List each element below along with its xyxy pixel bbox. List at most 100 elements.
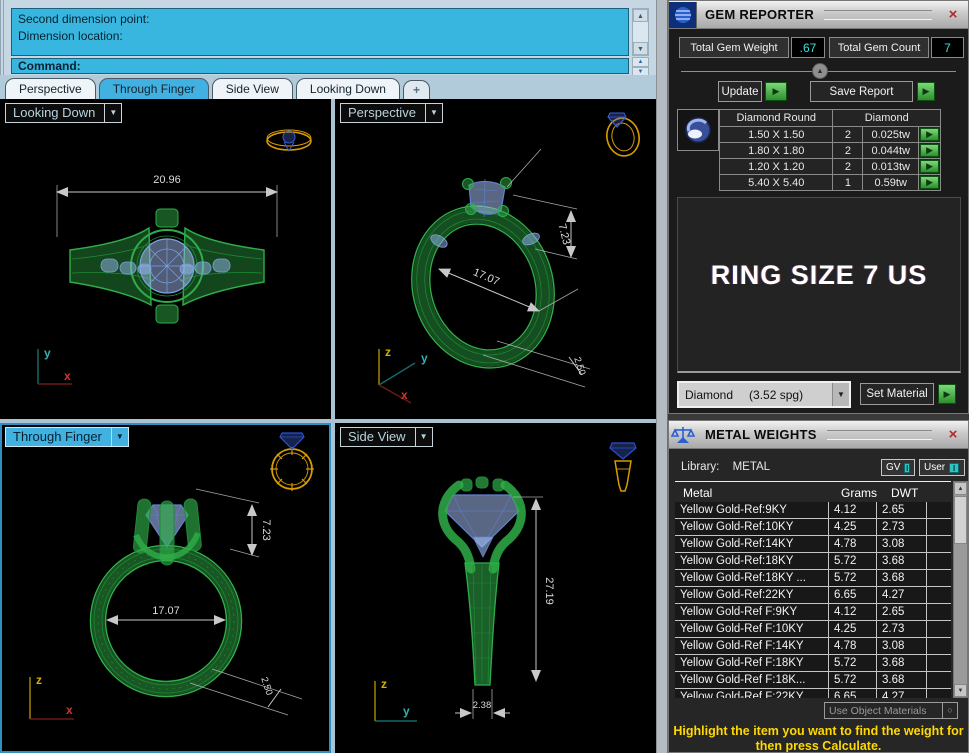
- gem-table-header: Diamond Round Diamond: [720, 110, 941, 127]
- viewport-canvas-looking-down[interactable]: 20.96: [0, 99, 331, 419]
- total-gem-count-value: 7: [931, 37, 964, 58]
- axis-x-label: x: [401, 388, 408, 402]
- axis-z-label: z: [36, 673, 42, 687]
- gem-row-run-icon[interactable]: ▶: [920, 160, 939, 173]
- gem-count-cell: 2: [833, 143, 863, 159]
- gem-row-run-icon[interactable]: ▶: [920, 176, 939, 189]
- gem-size-cell: 1.20 X 1.20: [720, 159, 833, 175]
- cad-application-window: Second dimension point: Dimension locati…: [0, 0, 969, 753]
- grams-cell: 4.25: [829, 621, 877, 637]
- dwt-cell: 4.27: [877, 587, 927, 603]
- scrollbar-thumb[interactable]: [954, 496, 967, 544]
- gem-size-cell: 1.80 X 1.80: [720, 143, 833, 159]
- metal-table-row[interactable]: Yellow Gold-Ref:18KY 5.72 3.68: [675, 553, 951, 570]
- metal-table-row[interactable]: Yellow Gold-Ref F:10KY 4.25 2.73: [675, 621, 951, 638]
- scroll-down-icon[interactable]: ▼: [633, 42, 648, 55]
- dropdown-arrow-icon[interactable]: ▼: [832, 383, 849, 406]
- grams-column-header: Grams: [841, 486, 877, 500]
- add-tab-button[interactable]: +: [403, 80, 430, 99]
- collapse-up-icon[interactable]: ▲: [812, 63, 828, 79]
- spin-up-icon[interactable]: ▲: [632, 57, 649, 67]
- dimension-label: 20.96: [153, 174, 181, 186]
- panel-splitter[interactable]: [656, 0, 668, 753]
- grams-cell: 4.25: [829, 519, 877, 535]
- gem-row-run-icon[interactable]: ▶: [920, 128, 939, 141]
- gem-table-row[interactable]: 5.40 X 5.40 1 0.59tw ▶: [720, 175, 941, 191]
- tab-perspective[interactable]: Perspective: [5, 78, 96, 99]
- metal-weights-panel: METAL WEIGHTS × Library: METAL GV I User…: [668, 420, 969, 753]
- metal-table-row[interactable]: Yellow Gold-Ref F:14KY 4.78 3.08: [675, 638, 951, 655]
- update-button[interactable]: Update: [718, 81, 762, 102]
- command-history-line: Dimension location:: [18, 28, 622, 45]
- viewport-label-perspective[interactable]: Perspective ▼: [340, 103, 443, 123]
- viewport-canvas-through-finger[interactable]: 7.23 17.07 2.50: [0, 423, 331, 753]
- chevron-down-icon[interactable]: ▼: [415, 428, 432, 446]
- gem-count-cell: 2: [833, 127, 863, 143]
- dwt-column-header: DWT: [891, 486, 918, 500]
- chevron-down-icon[interactable]: ▼: [425, 104, 442, 122]
- metal-name-cell: Yellow Gold-Ref F:18K...: [675, 672, 829, 688]
- scroll-down-icon[interactable]: ▼: [954, 684, 967, 697]
- dwt-cell: 2.73: [877, 621, 927, 637]
- metal-table-row[interactable]: Yellow Gold-Ref:9KY 4.12 2.65: [675, 502, 951, 519]
- tab-looking-down[interactable]: Looking Down: [296, 78, 400, 99]
- use-object-materials-toggle[interactable]: Use Object Materials ○: [824, 702, 958, 719]
- update-run-icon[interactable]: ▶: [765, 82, 787, 101]
- save-report-button[interactable]: Save Report: [810, 81, 913, 102]
- close-icon[interactable]: ×: [942, 6, 964, 23]
- chevron-down-icon[interactable]: ▼: [104, 104, 121, 122]
- viewport-label-side-view[interactable]: Side View ▼: [340, 427, 433, 447]
- set-material-button[interactable]: Set Material: [860, 383, 934, 405]
- scroll-up-icon[interactable]: ▲: [633, 9, 648, 22]
- metal-table-row[interactable]: Yellow Gold-Ref F:9KY 4.12 2.65: [675, 604, 951, 621]
- grams-cell: 5.72: [829, 570, 877, 586]
- tab-side-view[interactable]: Side View: [212, 78, 293, 99]
- metal-table-rows: Yellow Gold-Ref:9KY 4.12 2.65 Yellow Gol…: [675, 502, 951, 698]
- dimension-label: 2.38: [473, 700, 492, 711]
- metal-name-cell: Yellow Gold-Ref F:10KY: [675, 621, 829, 637]
- gem-table-row[interactable]: 1.80 X 1.80 2 0.044tw ▶: [720, 143, 941, 159]
- dwt-cell: 3.68: [877, 672, 927, 688]
- tab-through-finger[interactable]: Through Finger: [99, 78, 209, 99]
- metal-name-cell: Yellow Gold-Ref:18KY ...: [675, 570, 829, 586]
- command-spinner[interactable]: ▲ ▼: [632, 57, 649, 75]
- metal-table-row[interactable]: Yellow Gold-Ref:14KY 4.78 3.08: [675, 536, 951, 553]
- scroll-up-icon[interactable]: ▲: [954, 482, 967, 495]
- command-history-scrollbar[interactable]: ▲ ▼: [632, 8, 649, 56]
- gem-table-row[interactable]: 1.20 X 1.20 2 0.013tw ▶: [720, 159, 941, 175]
- gem-name-header: Diamond: [833, 110, 941, 127]
- viewport-label-through-finger[interactable]: Through Finger ▼: [5, 427, 129, 447]
- dimension-17-07: 17.07: [439, 266, 578, 311]
- viewport-canvas-side-view[interactable]: 27.19 2.38: [335, 423, 656, 753]
- set-material-run-icon[interactable]: ▶: [938, 384, 956, 404]
- metal-table-row[interactable]: Yellow Gold-Ref:18KY ... 5.72 3.68: [675, 570, 951, 587]
- metal-weights-titlebar[interactable]: METAL WEIGHTS ×: [669, 421, 968, 449]
- close-icon[interactable]: ×: [942, 426, 964, 443]
- metal-table-row[interactable]: Yellow Gold-Ref F:18KY 5.72 3.68: [675, 655, 951, 672]
- dimension-label: 2.50: [258, 676, 274, 697]
- panel-title: METAL WEIGHTS: [697, 427, 817, 442]
- viewport-canvas-perspective[interactable]: 7.23 17.07 2.50: [335, 99, 656, 419]
- gem-table-row[interactable]: 1.50 X 1.50 2 0.025tw ▶: [720, 127, 941, 143]
- command-history-line: Second dimension point:: [18, 11, 622, 28]
- dimension-label: 7.23: [555, 222, 572, 246]
- metal-name-cell: Yellow Gold-Ref F:18KY: [675, 655, 829, 671]
- gem-row-run-icon[interactable]: ▶: [920, 144, 939, 157]
- axis-z-label: z: [381, 677, 387, 691]
- metal-table-row[interactable]: Yellow Gold-Ref:22KY 6.65 4.27: [675, 587, 951, 604]
- save-report-run-icon[interactable]: ▶: [917, 82, 935, 101]
- metal-table-scrollbar[interactable]: ▲ ▼: [953, 481, 968, 698]
- hint-text: Highlight the item you want to find the …: [673, 724, 964, 753]
- metal-table-row[interactable]: Yellow Gold-Ref F:22KY 6.65 4.27: [675, 689, 951, 698]
- metal-table-row[interactable]: Yellow Gold-Ref:10KY 4.25 2.73: [675, 519, 951, 536]
- gem-reporter-titlebar[interactable]: GEM REPORTER ×: [669, 1, 968, 29]
- user-button[interactable]: User I: [919, 459, 965, 476]
- command-input[interactable]: Command:: [11, 58, 629, 74]
- chevron-down-icon[interactable]: ▼: [111, 428, 128, 446]
- gv-button[interactable]: GV I: [881, 459, 915, 476]
- metal-table-row[interactable]: Yellow Gold-Ref F:18K... 5.72 3.68: [675, 672, 951, 689]
- viewport-label-looking-down[interactable]: Looking Down ▼: [5, 103, 122, 123]
- command-history[interactable]: Second dimension point: Dimension locati…: [11, 8, 629, 56]
- material-dropdown[interactable]: Diamond (3.52 spg) ▼: [677, 381, 851, 408]
- panel-title: GEM REPORTER: [697, 7, 814, 22]
